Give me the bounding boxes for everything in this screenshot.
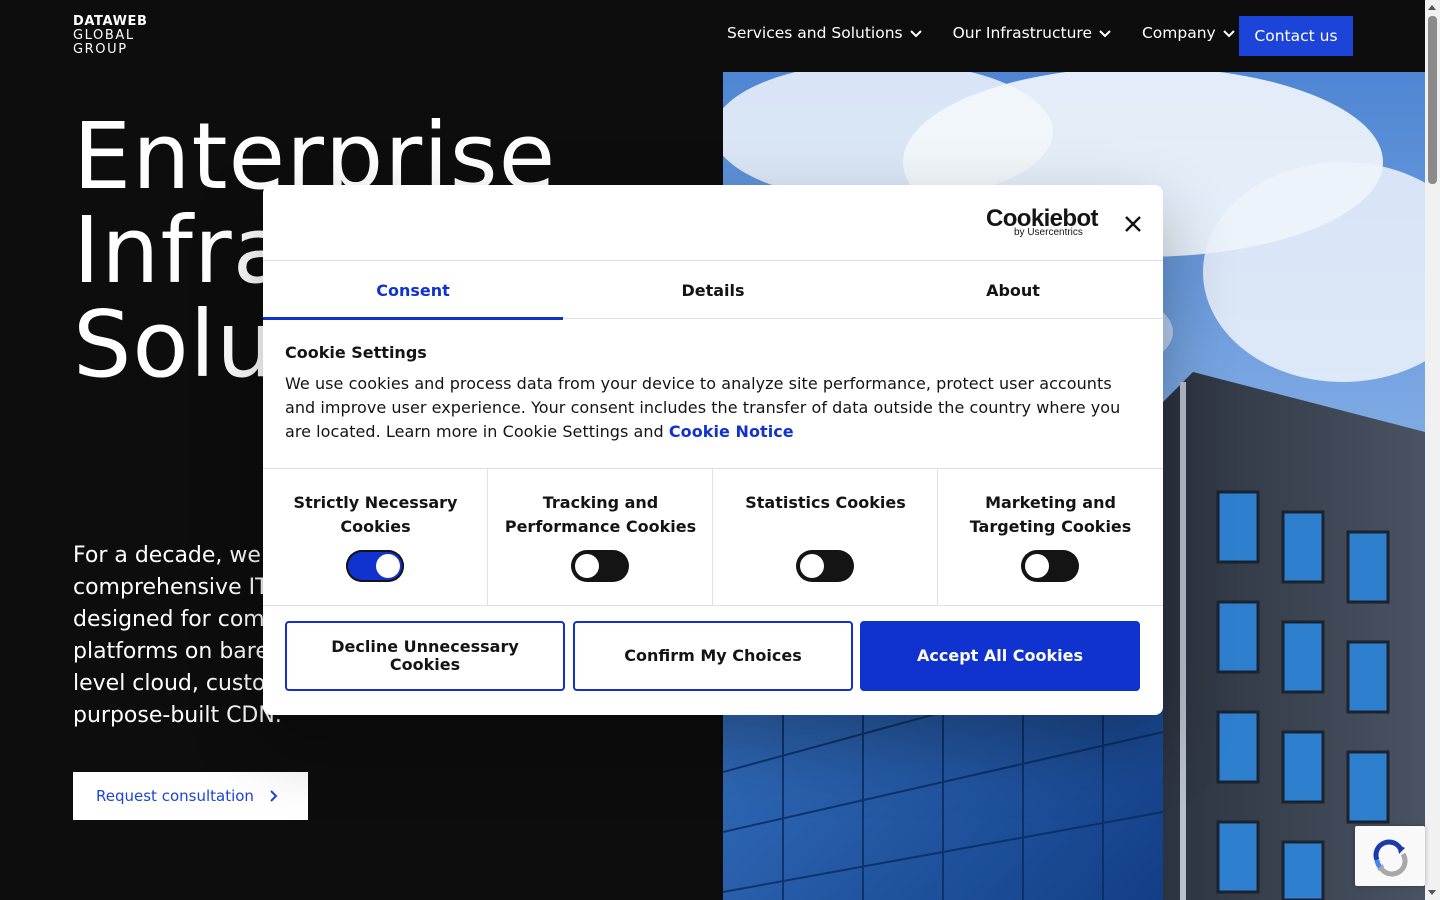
- category-label: Marketing and Targeting Cookies: [969, 493, 1132, 536]
- nav-label: Company: [1141, 24, 1216, 42]
- nav-our-infrastructure[interactable]: Our Infrastructure: [953, 24, 1112, 42]
- toggle-knob: [800, 554, 824, 578]
- page-scrollbar[interactable]: [1425, 0, 1440, 900]
- scrollbar-thumb[interactable]: [1428, 16, 1437, 184]
- request-consultation-button[interactable]: Request consultation: [73, 772, 308, 820]
- dialog-header: Cookiebot by Usercentrics: [263, 185, 1163, 261]
- nav-services-and-solutions[interactable]: Services and Solutions: [727, 24, 923, 42]
- chevron-down-icon: [1223, 30, 1235, 38]
- chevron-down-icon: [909, 30, 922, 38]
- logo-line-2: GLOBAL: [73, 28, 135, 43]
- category-statistics: Statistics Cookies: [713, 469, 938, 606]
- recaptcha-icon: [1373, 839, 1408, 877]
- site-header: DATAWEB GLOBAL GROUP Services and Soluti…: [0, 0, 1425, 72]
- cookie-categories: Strictly Necessary Cookies Tracking and …: [263, 468, 1163, 606]
- recaptcha-badge[interactable]: [1355, 826, 1425, 886]
- scroll-up-arrow-icon[interactable]: [1428, 5, 1436, 10]
- accept-all-cookies-button[interactable]: Accept All Cookies: [860, 621, 1140, 691]
- cookiebot-brand-sub: by Usercentrics: [1014, 227, 1083, 238]
- close-icon: [1125, 216, 1141, 232]
- tracking-performance-toggle[interactable]: [571, 550, 629, 582]
- category-label: Strictly Necessary Cookies: [293, 493, 458, 536]
- nav-company[interactable]: Company: [1142, 24, 1236, 42]
- logo-line-3: GROUP: [73, 42, 128, 57]
- strictly-necessary-toggle[interactable]: [346, 550, 404, 582]
- toggle-knob: [1025, 554, 1049, 578]
- tab-consent[interactable]: Consent: [263, 261, 563, 320]
- company-logo[interactable]: DATAWEB GLOBAL GROUP: [73, 15, 148, 57]
- main-nav: Services and Solutions Our Infrastructur…: [727, 24, 1266, 42]
- category-marketing-targeting: Marketing and Targeting Cookies: [938, 469, 1163, 606]
- cookie-settings-title: Cookie Settings: [285, 343, 427, 362]
- request-consultation-label: Request consultation: [96, 787, 254, 805]
- tab-details[interactable]: Details: [563, 261, 863, 319]
- chevron-down-icon: [1099, 30, 1111, 38]
- contact-us-button[interactable]: Contact us: [1239, 16, 1353, 56]
- category-label: Tracking and Performance Cookies: [504, 493, 697, 536]
- category-label: Statistics Cookies: [745, 493, 906, 512]
- cookiebot-logo: Cookiebot by Usercentrics: [986, 205, 1099, 239]
- dialog-actions: Decline Unnecessary Cookies Confirm My C…: [285, 621, 1141, 691]
- cookie-settings-text: We use cookies and process data from you…: [285, 372, 1145, 444]
- confirm-my-choices-button[interactable]: Confirm My Choices: [573, 621, 853, 691]
- marketing-targeting-toggle[interactable]: [1021, 550, 1079, 582]
- category-tracking-performance: Tracking and Performance Cookies: [488, 469, 713, 606]
- cookie-notice-link[interactable]: Cookie Notice: [669, 422, 794, 441]
- tab-about[interactable]: About: [863, 261, 1163, 319]
- toggle-knob: [575, 554, 599, 578]
- decline-unnecessary-cookies-button[interactable]: Decline Unnecessary Cookies: [285, 621, 565, 691]
- cookie-consent-dialog: Cookiebot by Usercentrics Consent Detail…: [263, 185, 1163, 715]
- close-dialog-button[interactable]: [1122, 213, 1144, 235]
- statistics-toggle[interactable]: [796, 550, 854, 582]
- nav-label: Our Infrastructure: [952, 24, 1092, 42]
- consent-body: Cookie Settings We use cookies and proce…: [285, 343, 1145, 444]
- logo-line-1: DATAWEB: [73, 14, 148, 29]
- category-strictly-necessary: Strictly Necessary Cookies: [263, 469, 488, 606]
- dialog-tabs: Consent Details About: [263, 261, 1163, 320]
- toggle-knob: [376, 554, 400, 578]
- scroll-down-arrow-icon[interactable]: [1428, 890, 1436, 895]
- nav-label: Services and Solutions: [727, 24, 903, 42]
- chevron-right-icon: [270, 790, 278, 802]
